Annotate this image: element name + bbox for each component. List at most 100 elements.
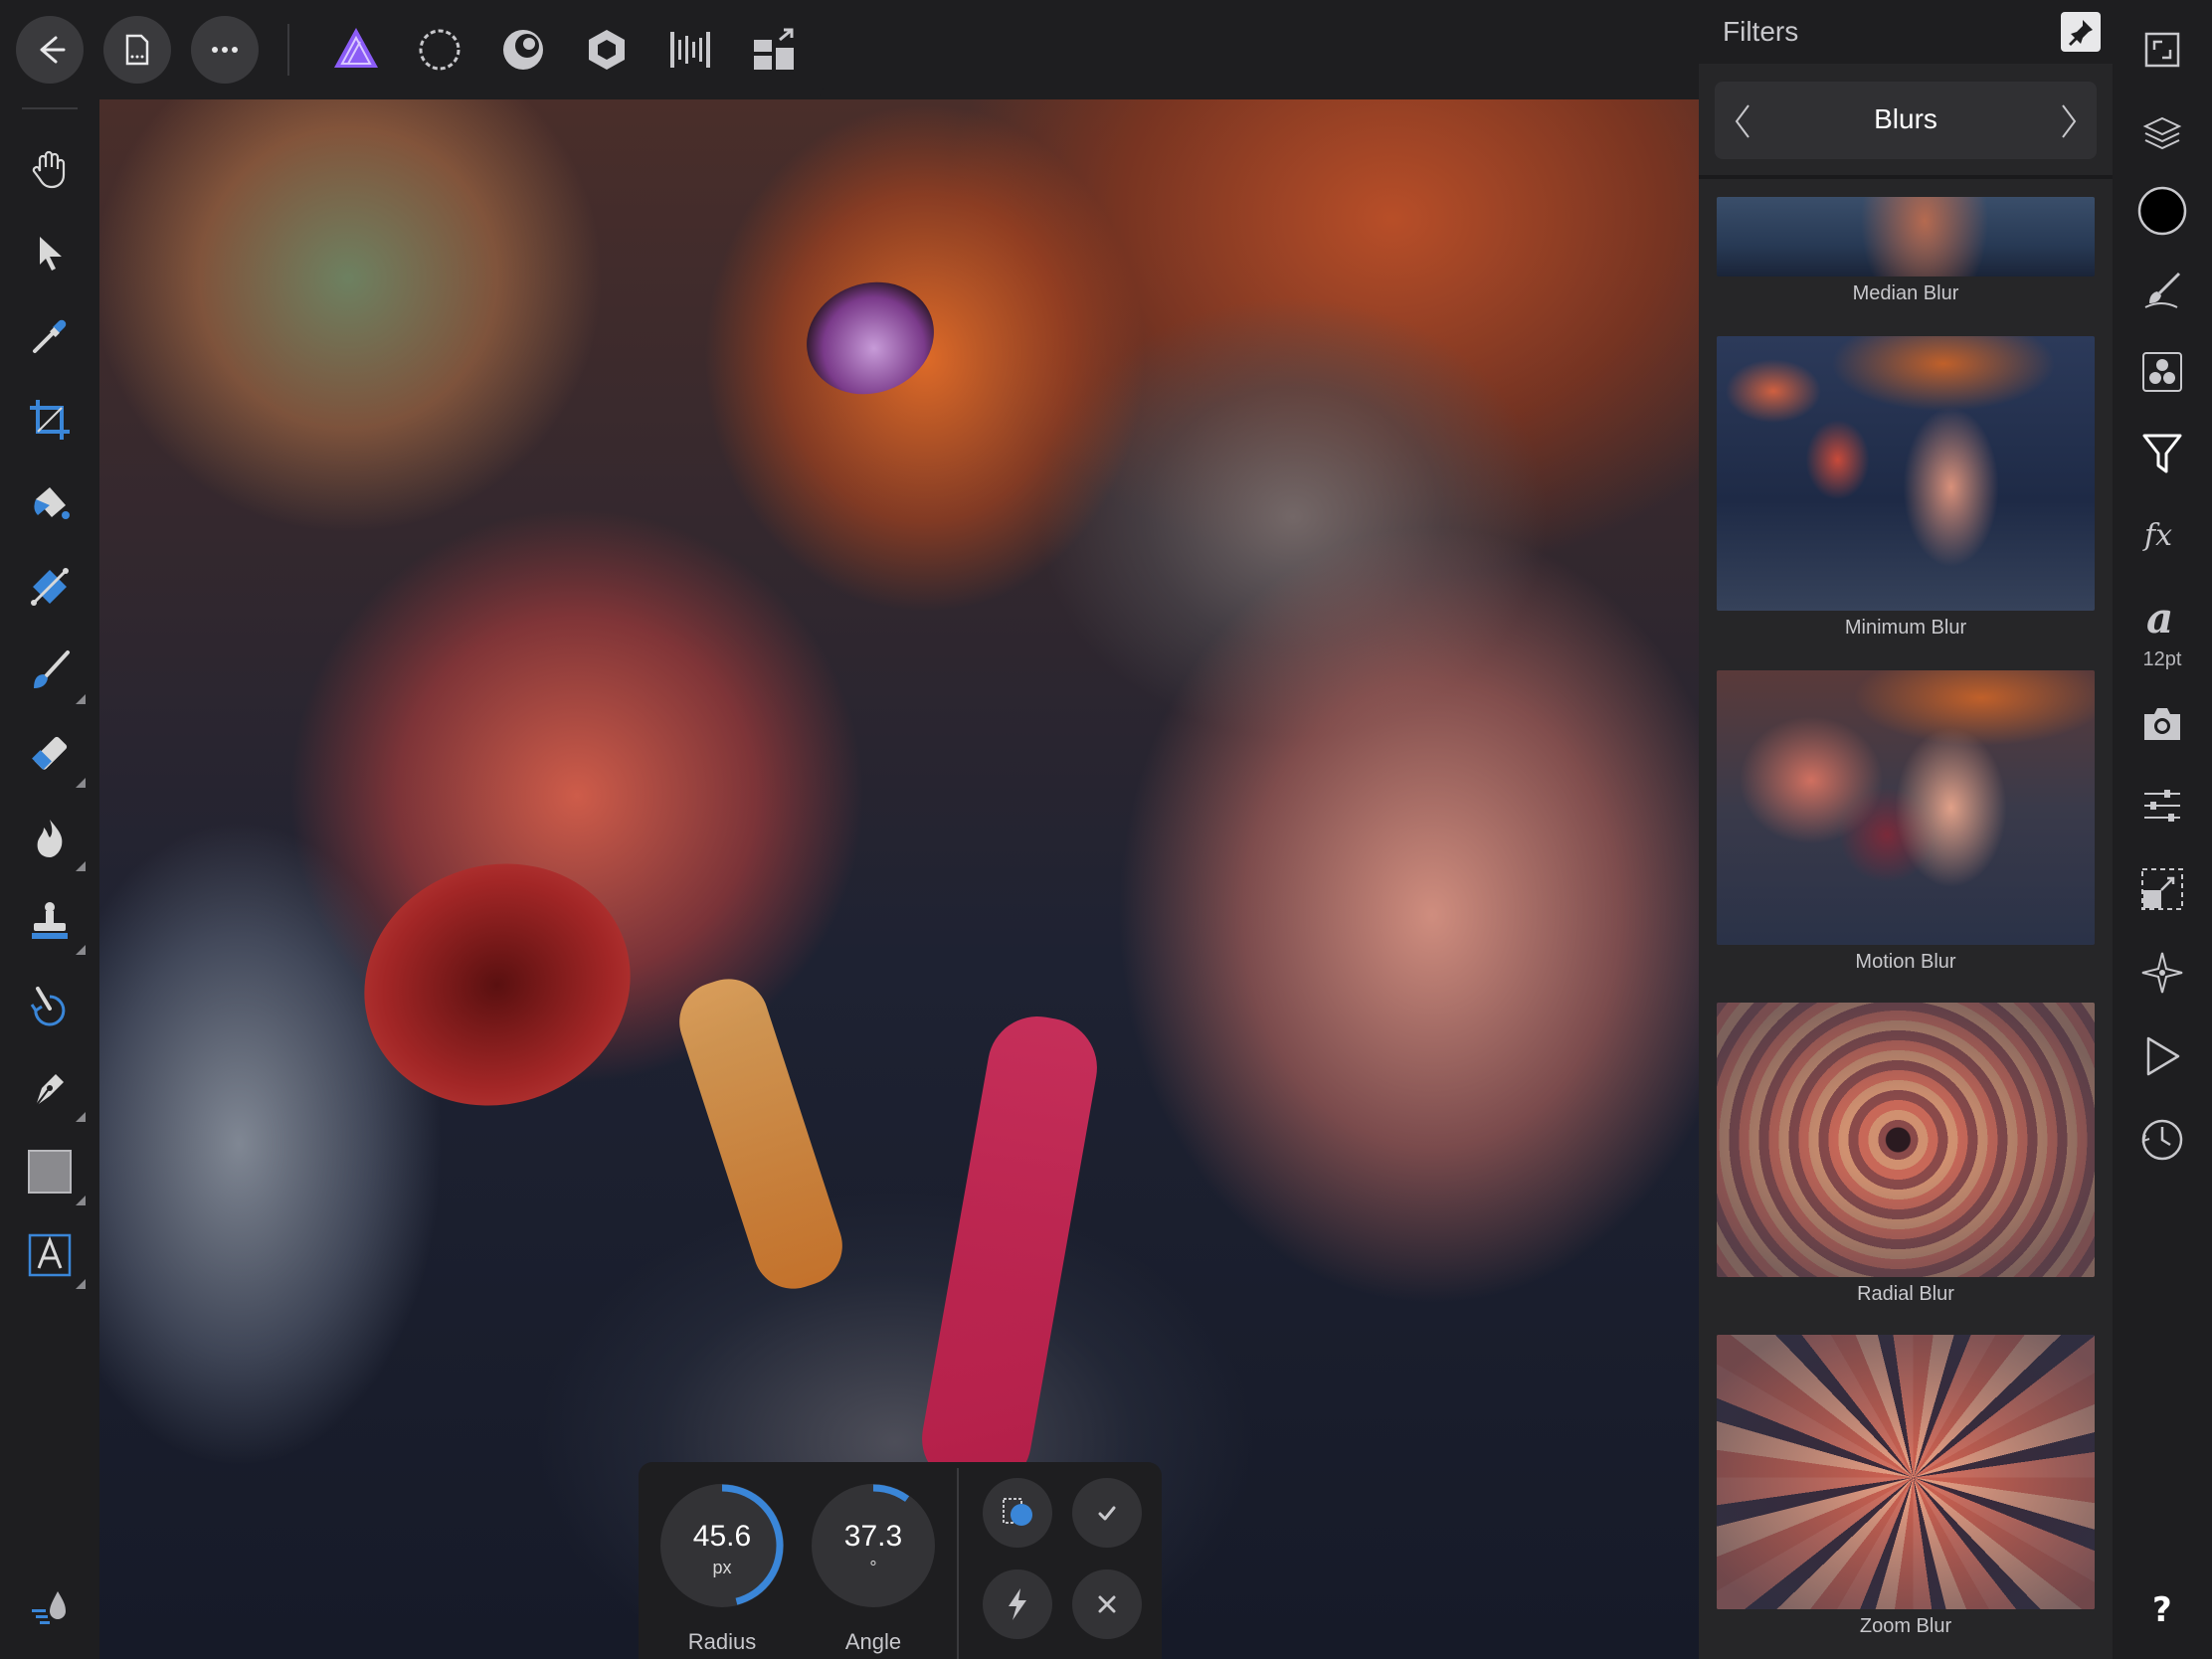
liquify-persona-button[interactable] (406, 16, 473, 84)
question-mark-icon: ? (2152, 1590, 2172, 1627)
flood-fill-icon (34, 487, 70, 519)
more-button[interactable] (191, 16, 259, 84)
filters-studio-button[interactable] (2132, 424, 2192, 483)
undo-brush-tool[interactable] (20, 975, 80, 1034)
photo-persona-button[interactable] (322, 16, 390, 84)
arrow-left-icon (40, 36, 66, 64)
radius-dial[interactable]: 45.6 px (656, 1480, 788, 1611)
tool-flyout-indicator (76, 945, 86, 955)
close-icon (1098, 1595, 1116, 1613)
radius-value: 45.6 (692, 1520, 752, 1553)
filter-label: Zoom Blur (1859, 1615, 1952, 1637)
transform-studio-button[interactable] (2132, 859, 2192, 919)
apply-button[interactable] (1072, 1478, 1142, 1548)
angle-unit: ° (869, 1558, 877, 1577)
photo-persona-icon (334, 28, 378, 68)
filter-context-toolbar: 45.6 px Radius 37.3 ° Angle (639, 1462, 1162, 1659)
brush-presets-button[interactable] (20, 1577, 80, 1637)
history-studio-button[interactable] (2132, 1110, 2192, 1170)
navigator-studio-button[interactable] (2132, 943, 2192, 1003)
panel-divider (1699, 175, 2113, 179)
clock-icon (2141, 1119, 2183, 1161)
text-tool[interactable] (20, 1225, 86, 1289)
tone-mapping-persona-button[interactable] (573, 16, 641, 84)
fullscreen-icon (2144, 32, 2180, 68)
filter-thumbnail (1717, 197, 2095, 276)
help-button[interactable]: ? (2132, 1577, 2192, 1637)
text-style-studio-button[interactable]: a (2132, 587, 2192, 646)
filter-thumbnail (1717, 336, 2095, 611)
develop-persona-icon (503, 30, 543, 70)
svg-text:?: ? (2152, 1590, 2172, 1627)
artwork-orange-splash (668, 968, 853, 1300)
apply-mode-button[interactable] (983, 1478, 1052, 1548)
rectangle-tool[interactable] (20, 1142, 86, 1205)
gradient-tool[interactable] (20, 557, 80, 617)
ellipsis-icon (212, 47, 238, 53)
studio-bar: fx a 12pt ? (2113, 0, 2212, 1659)
pin-panel-button[interactable] (2061, 12, 2101, 52)
tools-panel (0, 99, 99, 1659)
chevron-right-icon (2062, 104, 2077, 138)
move-tool[interactable] (20, 223, 80, 282)
snapshots-studio-button[interactable] (2132, 694, 2192, 754)
pen-tool[interactable] (20, 1058, 86, 1122)
svg-text:fx: fx (2142, 518, 2172, 553)
compass-icon (2141, 952, 2183, 994)
panel-title: Filters (1723, 16, 1799, 47)
document-canvas[interactable] (99, 99, 1699, 1659)
flood-fill-tool[interactable] (20, 473, 80, 533)
clone-tool[interactable] (20, 891, 86, 955)
selection-persona-icon (670, 32, 710, 68)
liquify-persona-icon (419, 29, 461, 71)
back-button[interactable] (16, 16, 84, 84)
checkmark-icon (1098, 1506, 1116, 1521)
angle-dial[interactable]: 37.3 ° (808, 1480, 939, 1611)
filter-category-label: Blurs (1874, 103, 1937, 134)
camera-icon (2144, 708, 2180, 740)
tone-mapping-persona-icon (589, 30, 625, 70)
cancel-button[interactable] (1072, 1569, 1142, 1639)
toolbar-separator (287, 24, 289, 76)
color-swatch-icon (2137, 186, 2187, 236)
channels-icon (2142, 352, 2182, 392)
crop-tool[interactable] (20, 390, 80, 450)
fullscreen-button[interactable] (2132, 20, 2192, 80)
droplet-icon (32, 1591, 66, 1624)
filter-item-radial-blur[interactable]: Radial Blur (1717, 1003, 2095, 1306)
adjustments-studio-button[interactable] (2132, 776, 2192, 835)
paint-brush-tool[interactable] (20, 641, 86, 704)
channels-studio-button[interactable] (2132, 342, 2192, 402)
view-tool[interactable] (20, 139, 80, 199)
crop-icon (30, 400, 70, 440)
brushes-studio-button[interactable] (2132, 261, 2192, 320)
burn-tool[interactable] (20, 808, 86, 871)
artwork-pink-splash (914, 1009, 1105, 1498)
develop-persona-button[interactable] (489, 16, 557, 84)
selection-persona-button[interactable] (656, 16, 724, 84)
live-filter-button[interactable] (983, 1569, 1052, 1639)
filter-item-zoom-blur[interactable]: Zoom Blur (1717, 1335, 2095, 1638)
tool-flyout-indicator (76, 1279, 86, 1289)
export-persona-button[interactable] (740, 16, 808, 84)
pin-icon (2069, 20, 2093, 46)
filter-item-median-blur[interactable]: Median Blur (1717, 197, 2095, 305)
burn-icon (37, 820, 63, 857)
paint-brush-icon (34, 650, 70, 688)
filter-item-minimum-blur[interactable]: Minimum Blur (1717, 336, 2095, 640)
lightning-icon (1009, 1588, 1026, 1620)
angle-value: 37.3 (843, 1520, 903, 1553)
font-icon: a (2146, 595, 2173, 639)
document-button[interactable] (103, 16, 171, 84)
next-category-button[interactable] (2051, 101, 2087, 141)
filter-item-motion-blur[interactable]: Motion Blur (1717, 670, 2095, 974)
eraser-tool[interactable] (20, 724, 86, 788)
color-picker-tool[interactable] (20, 306, 80, 366)
filter-category-selector[interactable]: Blurs (1715, 82, 2097, 159)
hand-icon (32, 150, 66, 189)
layers-studio-button[interactable] (2132, 103, 2192, 163)
fx-icon: fx (2142, 518, 2172, 553)
macro-studio-button[interactable] (2132, 1026, 2192, 1086)
effects-studio-button[interactable]: fx (2132, 505, 2192, 565)
color-studio-button[interactable] (2132, 181, 2192, 241)
